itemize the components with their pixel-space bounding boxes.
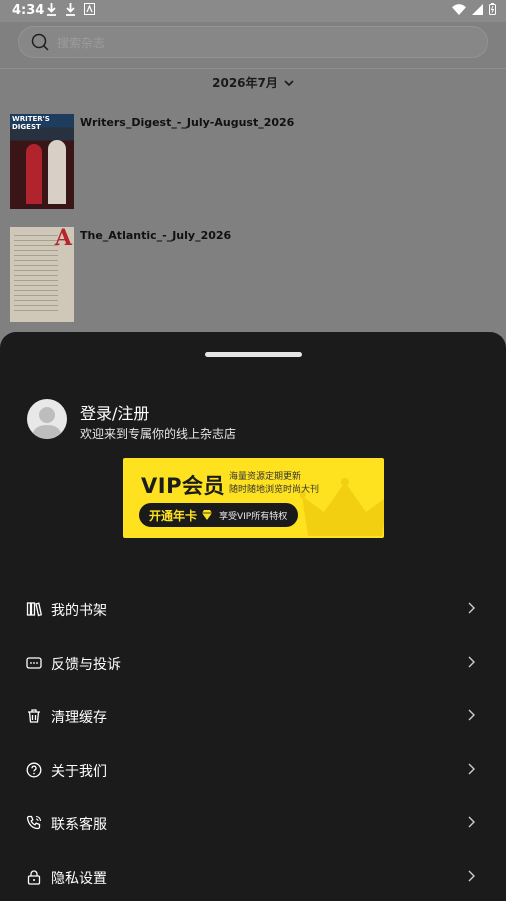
vip-banner[interactable]: VIP会员 海量资源定期更新 随时随地浏览时尚大刊 开通年卡 享受VIP所有特权 (123, 458, 384, 538)
magazine-cover[interactable]: WRITER'S DIGEST (10, 114, 74, 209)
menu-item-about[interactable]: 关于我们 (0, 744, 506, 798)
download-icon (66, 3, 75, 16)
profile-subtitle: 欢迎来到专属你的线上杂志店 (80, 427, 237, 441)
feedback-icon (26, 656, 42, 669)
cover-text-lines (14, 235, 58, 315)
vip-title: VIP会员 (141, 474, 225, 498)
signal-icon (472, 3, 483, 15)
menu-item-clear-cache[interactable]: 清理缓存 (0, 690, 506, 744)
cover-figure (48, 140, 66, 204)
vip-desc-line: 随时随地浏览时尚大刊 (229, 485, 320, 495)
status-bar: 4:34 (0, 0, 506, 22)
chevron-right-icon (468, 816, 475, 828)
status-time: 4:34 (12, 3, 45, 18)
profile-bottom-sheet: 登录/注册 欢迎来到专属你的线上杂志店 VIP会员 海量资源定期更新 随时随地浏… (0, 332, 506, 901)
battery-icon (489, 3, 496, 15)
menu-item-label: 关于我们 (51, 763, 107, 780)
cover-figure (26, 144, 42, 204)
button-label: 开通年卡 (149, 509, 198, 523)
notification-icons (46, 3, 95, 16)
wifi-icon (452, 3, 466, 15)
lock-icon (27, 870, 41, 885)
magazine-cover[interactable]: A (10, 227, 74, 322)
settings-menu: 我的书架 反馈与投诉 清理缓存 关于我们 联系客服 隐私设置 (0, 583, 506, 901)
open-annual-card-button[interactable]: 开通年卡 享受VIP所有特权 (139, 503, 298, 527)
menu-item-feedback[interactable]: 反馈与投诉 (0, 637, 506, 691)
menu-item-label: 联系客服 (51, 817, 107, 834)
month-selector[interactable]: 2026年7月 (0, 74, 506, 91)
menu-item-privacy[interactable]: 隐私设置 (0, 851, 506, 901)
avatar[interactable] (27, 399, 67, 439)
chevron-down-icon (284, 80, 294, 87)
magazine-title[interactable]: Writers_Digest_-_July-August_2026 (80, 116, 294, 129)
chevron-right-icon (468, 602, 475, 614)
chevron-right-icon (468, 870, 475, 882)
search-icon (31, 33, 49, 51)
month-label: 2026年7月 (212, 76, 278, 90)
chevron-right-icon (468, 763, 475, 775)
phone-icon (26, 816, 42, 830)
system-icons (452, 3, 496, 15)
bookshelf-icon (26, 602, 42, 617)
menu-item-label: 反馈与投诉 (51, 656, 121, 673)
divider (0, 68, 506, 69)
cover-masthead: A (54, 227, 72, 251)
menu-item-label: 隐私设置 (51, 870, 107, 887)
search-placeholder: 搜索杂志 (57, 36, 106, 50)
diamond-icon (202, 510, 212, 520)
magazine-list-page: 搜索杂志 2026年7月 WRITER'S DIGEST Writers_Dig… (0, 22, 506, 342)
trash-icon (28, 709, 40, 723)
menu-item-label: 清理缓存 (51, 710, 107, 727)
sheet-drag-handle[interactable] (205, 352, 302, 357)
login-register-link[interactable]: 登录/注册 (80, 400, 149, 424)
vip-description: 海量资源定期更新 随时随地浏览时尚大刊 (229, 471, 319, 497)
app-notification-icon (84, 3, 95, 15)
magazine-title[interactable]: The_Atlantic_-_July_2026 (80, 229, 231, 242)
menu-item-bookshelf[interactable]: 我的书架 (0, 583, 506, 637)
chevron-right-icon (468, 656, 475, 668)
help-circle-icon (26, 762, 42, 778)
vip-desc-line: 海量资源定期更新 (229, 472, 302, 482)
menu-item-customer-service[interactable]: 联系客服 (0, 797, 506, 851)
chevron-right-icon (468, 709, 475, 721)
search-bar[interactable]: 搜索杂志 (18, 26, 488, 58)
cover-masthead: WRITER'S DIGEST (12, 115, 50, 131)
menu-item-label: 我的书架 (51, 603, 107, 619)
default-avatar-icon (32, 407, 62, 439)
button-sublabel: 享受VIP所有特权 (219, 512, 288, 522)
download-icon (47, 3, 56, 16)
